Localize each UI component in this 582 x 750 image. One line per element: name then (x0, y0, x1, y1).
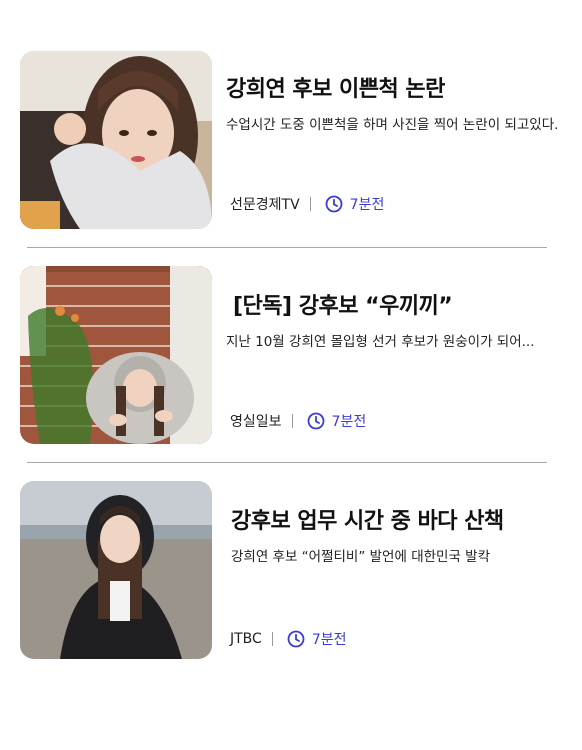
news-card[interactable]: 강희연 후보 이쁜척 논란 수업시간 도중 이쁜척을 하며 사진을 찍어 논란이… (0, 51, 582, 231)
article-time: 7분전 (311, 632, 347, 648)
meta-separator (271, 632, 273, 646)
article-summary: 강희연 후보 “어쩔티비” 발언에 대한민국 발칵 (231, 549, 491, 565)
article-thumbnail[interactable] (20, 266, 212, 444)
article-meta: 영실일보 7분전 (230, 411, 366, 431)
news-card[interactable]: 강후보 업무 시간 중 바다 산책 강희연 후보 “어쩔티비” 발언에 대한민국… (0, 481, 582, 661)
article-meta: JTBC 7분전 (230, 629, 347, 649)
meta-separator (309, 197, 311, 211)
article-thumbnail[interactable] (20, 481, 212, 659)
article-thumbnail[interactable] (20, 51, 212, 229)
article-headline[interactable]: 강후보 업무 시간 중 바다 산책 (231, 503, 504, 535)
article-time: 7분전 (349, 197, 385, 213)
clock-icon (287, 630, 305, 648)
news-card[interactable]: [단독] 강후보 “우끼끼” 지난 10월 강희연 몰입형 선거 후보가 원숭이… (0, 266, 582, 446)
divider (27, 247, 547, 248)
divider (27, 462, 547, 463)
meta-separator (291, 414, 293, 428)
article-summary: 수업시간 도중 이쁜척을 하며 사진을 찍어 논란이 되고있다. (226, 117, 559, 133)
article-headline[interactable]: 강희연 후보 이쁜척 논란 (226, 71, 445, 103)
article-meta: 선문경제TV 7분전 (230, 194, 384, 214)
clock-icon (307, 412, 325, 430)
article-source: JTBC (230, 631, 262, 647)
article-headline[interactable]: [단독] 강후보 “우끼끼” (233, 288, 453, 320)
article-source: 선문경제TV (230, 197, 300, 213)
clock-icon (325, 195, 343, 213)
article-summary: 지난 10월 강희연 몰입형 선거 후보가 원숭이가 되어... (226, 334, 535, 350)
article-time: 7분전 (331, 414, 367, 430)
article-source: 영실일보 (230, 414, 282, 430)
